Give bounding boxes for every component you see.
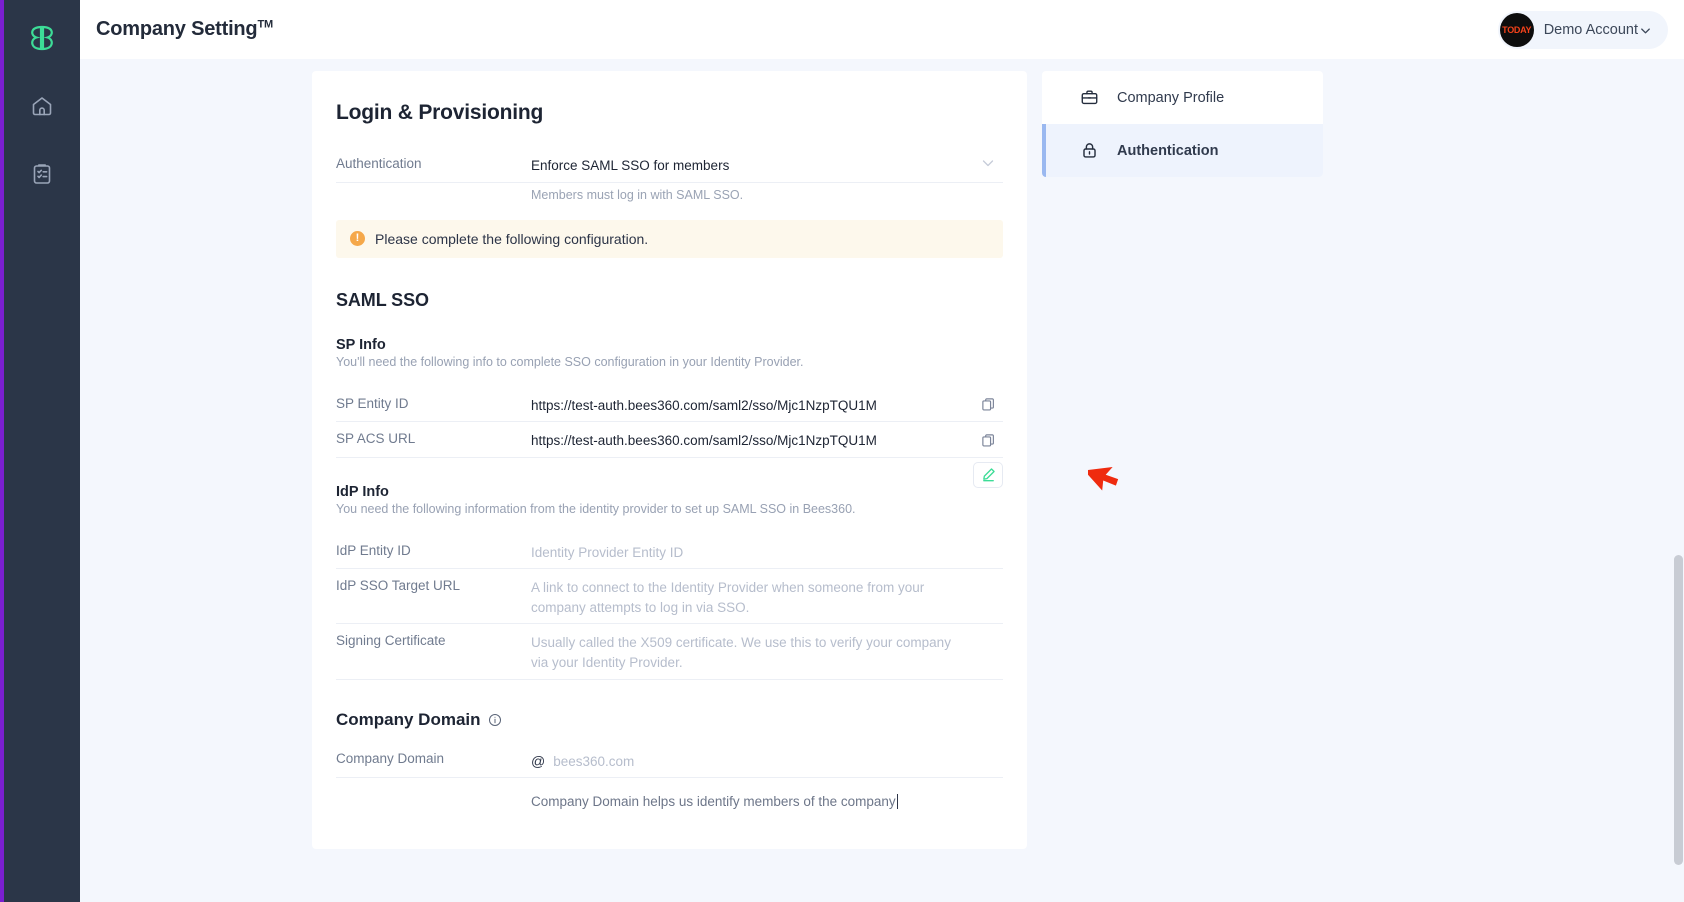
briefcase-icon bbox=[1080, 88, 1099, 107]
saml-sso-heading: SAML SSO bbox=[336, 289, 429, 310]
card-heading: Login & Provisioning bbox=[336, 101, 544, 124]
sp-info-subtitle: You'll need the following info to comple… bbox=[336, 354, 804, 369]
sp-acs-url-row: SP ACS URL https://test-auth.bees360.com… bbox=[336, 422, 1003, 458]
clipboard-list-icon[interactable] bbox=[18, 150, 66, 198]
authentication-select-value[interactable]: Enforce SAML SSO for members bbox=[531, 153, 1003, 176]
alert-message: Please complete the following configurat… bbox=[375, 230, 649, 247]
at-symbol-prefix: @ bbox=[531, 752, 546, 769]
signing-certificate-row: Signing Certificate Usually called the X… bbox=[336, 624, 1003, 680]
page-title-text: Company Setting bbox=[96, 18, 258, 40]
login-provisioning-card: Login & Provisioning Authentication Enfo… bbox=[312, 71, 1027, 850]
sidebar-item-label: Authentication bbox=[1117, 142, 1219, 159]
chevron-down-icon bbox=[1639, 24, 1652, 37]
company-domain-hint-text: Company Domain helps us identify members… bbox=[531, 794, 896, 810]
sp-acs-url-label: SP ACS URL bbox=[336, 431, 416, 447]
idp-entity-id-label: IdP Entity ID bbox=[336, 542, 411, 558]
authentication-hint: Members must log in with SAML SSO. bbox=[531, 187, 744, 202]
idp-info-header: IdP Info You need the following informat… bbox=[336, 458, 1003, 534]
company-domain-header: Company Domain bbox=[336, 710, 1003, 730]
copy-icon[interactable] bbox=[977, 394, 999, 416]
settings-section-nav: Company Profile Authentication bbox=[1042, 71, 1323, 177]
company-domain-input[interactable]: @ bees360.com bbox=[531, 748, 1003, 772]
mouse-cursor-arrow bbox=[1084, 457, 1130, 504]
text-cursor-caret bbox=[896, 794, 898, 810]
sp-info-title: SP Info bbox=[336, 336, 386, 353]
sp-acs-url-value: https://test-auth.bees360.com/saml2/sso/… bbox=[531, 433, 877, 449]
company-domain-label: Company Domain bbox=[336, 750, 445, 766]
configuration-alert-banner: ! Please complete the following configur… bbox=[336, 219, 1003, 258]
app-logo-icon[interactable] bbox=[18, 14, 66, 62]
idp-sso-target-url-label: IdP SSO Target URL bbox=[336, 578, 461, 594]
signing-certificate-label: Signing Certificate bbox=[336, 633, 446, 649]
sp-entity-id-label: SP Entity ID bbox=[336, 395, 409, 411]
signing-certificate-placeholder: Usually called the X509 certificate. We … bbox=[531, 635, 951, 670]
idp-sso-target-url-placeholder: A link to connect to the Identity Provid… bbox=[531, 580, 925, 615]
page-title: Company SettingTM bbox=[96, 18, 273, 41]
page-content-area: Login & Provisioning Authentication Enfo… bbox=[80, 59, 1684, 902]
account-menu-button[interactable]: TODAY Demo Account bbox=[1497, 11, 1668, 49]
idp-info-subtitle: You need the following information from … bbox=[336, 501, 856, 516]
page-title-trademark: TM bbox=[257, 18, 273, 31]
idp-entity-id-row: IdP Entity ID Identity Provider Entity I… bbox=[336, 534, 1003, 570]
account-name-label: Demo Account bbox=[1543, 22, 1638, 38]
lock-icon bbox=[1080, 141, 1099, 160]
sidebar-item-authentication[interactable]: Authentication bbox=[1042, 124, 1323, 177]
page-scrollbar[interactable] bbox=[1672, 59, 1684, 902]
chevron-down-icon[interactable] bbox=[981, 156, 995, 170]
idp-info-title: IdP Info bbox=[336, 483, 389, 500]
idp-sso-target-url-row: IdP SSO Target URL A link to connect to … bbox=[336, 569, 1003, 625]
info-circle-icon[interactable] bbox=[488, 713, 502, 727]
sidebar-item-label: Company Profile bbox=[1117, 89, 1225, 106]
top-header-bar: Company SettingTM TODAY Demo Account bbox=[80, 0, 1684, 59]
idp-entity-id-placeholder: Identity Provider Entity ID bbox=[531, 544, 684, 560]
avatar: TODAY bbox=[1499, 13, 1534, 47]
sp-entity-id-value: https://test-auth.bees360.com/saml2/sso/… bbox=[531, 397, 877, 413]
authentication-row[interactable]: Authentication Enforce SAML SSO for memb… bbox=[336, 147, 1003, 183]
idp-info-text-block: IdP Info You need the following informat… bbox=[336, 458, 856, 534]
authentication-field-group: Authentication Enforce SAML SSO for memb… bbox=[336, 147, 1003, 202]
copy-icon[interactable] bbox=[977, 429, 999, 451]
pencil-edit-icon[interactable] bbox=[973, 461, 1003, 488]
company-domain-title: Company Domain bbox=[336, 709, 481, 729]
company-domain-placeholder: bees360.com bbox=[553, 753, 635, 769]
company-domain-hint-field[interactable]: Company Domain helps us identify members… bbox=[531, 794, 1003, 810]
avatar-text: TODAY bbox=[1502, 25, 1532, 35]
home-icon[interactable] bbox=[18, 82, 66, 130]
sidebar-item-company-profile[interactable]: Company Profile bbox=[1042, 71, 1323, 124]
left-sidebar-rail bbox=[0, 0, 80, 902]
scrollbar-thumb[interactable] bbox=[1674, 555, 1683, 865]
company-domain-row[interactable]: Company Domain @ bees360.com bbox=[336, 742, 1003, 779]
sp-entity-id-row: SP Entity ID https://test-auth.bees360.c… bbox=[336, 387, 1003, 423]
warning-circle-icon: ! bbox=[350, 231, 365, 247]
authentication-label: Authentication bbox=[336, 156, 422, 171]
